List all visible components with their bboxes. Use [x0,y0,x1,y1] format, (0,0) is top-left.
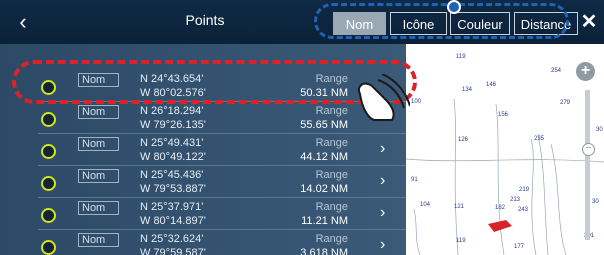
sounding: 119 [456,238,466,244]
tap-hand-icon [358,74,410,121]
waypoint-icon [41,176,56,191]
longitude: W 79°26.135' [140,119,206,131]
latitude: N 25°37.971' [140,201,204,213]
sounding: 235 [534,136,545,142]
range-label: Range [315,201,348,213]
range-value: 44.12 NM [300,151,348,163]
waypoint-name: Nom [78,201,119,215]
longitude: W 80°14.897' [140,215,206,227]
waypoint-name: Nom [78,233,119,247]
chevron-left-icon: ‹ [19,9,27,34]
zoom-slider-track[interactable] [585,90,590,240]
list-item[interactable]: Nom N 25°49.431' W 80°49.122' Range 44.1… [0,134,406,166]
sounding: 182 [495,205,506,211]
range-value: 14.02 NM [300,183,348,195]
sounding: 119 [456,54,466,60]
chevron-right-icon: › [380,172,386,189]
chart-contours [406,98,604,255]
sounding: 100 [411,99,422,105]
sounding: 91 [411,177,418,183]
page-title: Points [185,12,225,28]
waypoint-icon [41,240,56,255]
sounding: 126 [458,137,469,143]
callout-pin-icon [447,0,461,14]
waypoint-name: Nom [78,169,119,183]
latitude: N 26°18.294' [140,105,204,117]
sounding: 177 [514,244,525,250]
list-item[interactable]: Nom N 25°37.971' W 80°14.897' Range 11.2… [0,198,406,230]
minus-icon: − [585,143,592,154]
waypoint-name: Nom [78,105,119,119]
range-label: Range [315,137,348,149]
list-item[interactable]: Nom N 25°32.624' W 79°59.587' Range 3.61… [0,230,406,255]
waypoint-icon [41,112,56,127]
chevron-right-icon: › [380,236,386,253]
sounding: 254 [551,68,562,74]
range-label: Range [315,233,348,245]
range-value: 11.21 NM [301,215,348,227]
range-value: 55.65 NM [300,119,348,131]
waypoint-icon [41,144,56,159]
waypoint-name: Nom [78,137,119,151]
latitude: N 25°32.624' [140,233,204,245]
zoom-slider-handle[interactable]: − [582,143,595,156]
range-label: Range [315,105,348,117]
chevron-right-icon: › [380,140,386,157]
list-item[interactable]: Nom N 25°45.436' W 79°53.887' Range 14.0… [0,166,406,198]
back-button[interactable]: ‹ [10,9,36,35]
chevron-right-icon: › [380,204,386,221]
plus-icon: + [580,62,591,79]
sounding: 121 [454,204,465,210]
sounding: 279 [560,100,571,106]
list-item[interactable]: Nom N 26°18.294' W 79°26.135' Range 55.6… [0,102,406,134]
latitude: N 25°45.436' [140,169,204,181]
waypoint-icon [41,208,56,223]
sounding: 243 [518,207,529,213]
sounding: 156 [498,112,509,118]
sounding: 30 [596,127,603,133]
sounding: 134 [462,87,473,93]
zoom-in-button[interactable]: + [576,62,595,81]
close-button[interactable]: ✕ [578,9,600,35]
points-screen: ‹ Points Nom Icône Couleur Distance ✕ No… [0,0,604,255]
range-label: Range [315,169,348,181]
longitude: W 79°53.887' [140,183,206,195]
longitude: W 79°59.587' [140,247,206,255]
sounding: 146 [486,82,497,88]
close-icon: ✕ [580,11,598,33]
sounding: 30 [592,199,599,205]
vessel-icon [488,220,512,232]
sounding: 219 [519,187,530,193]
nautical-chart[interactable]: 119 254 134 146 100 279 156 126 235 30 9… [406,44,604,255]
longitude: W 80°49.122' [140,151,206,163]
sounding: 104 [420,202,431,208]
range-value: 3.618 NM [300,247,348,255]
sort-callout-outline [314,3,569,39]
sounding: 213 [510,197,521,203]
latitude: N 25°49.431' [140,137,204,149]
